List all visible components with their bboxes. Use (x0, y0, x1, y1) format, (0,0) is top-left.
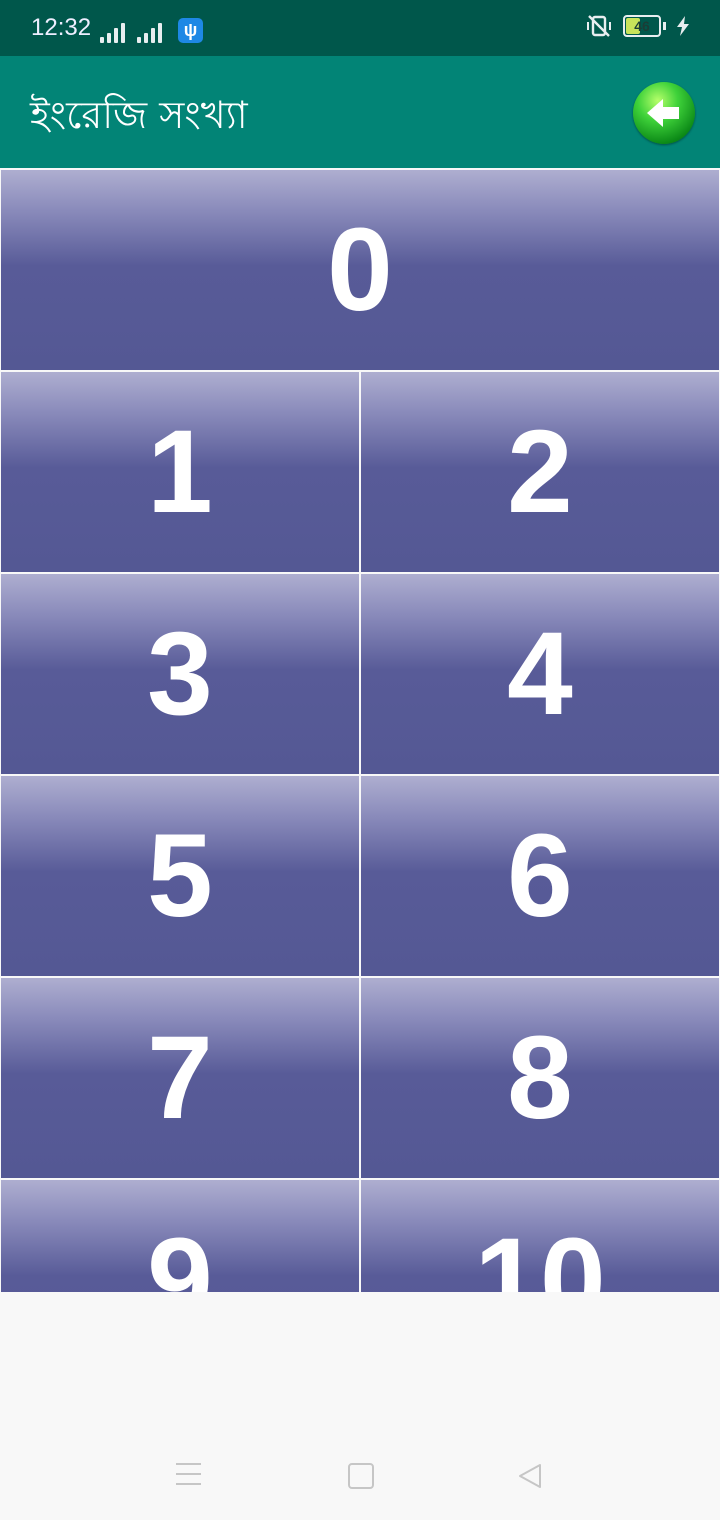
number-tile-9[interactable]: 9 (1, 1180, 359, 1292)
navigation-bar (0, 1436, 720, 1520)
number-label: 1 (147, 406, 213, 538)
number-label: 7 (147, 1012, 213, 1144)
number-label: 0 (327, 204, 393, 336)
number-label: 5 (147, 810, 213, 942)
page-title: ইংরেজি সংখ্যা (30, 93, 248, 137)
number-tile-8[interactable]: 8 (361, 978, 719, 1178)
number-tile-6[interactable]: 6 (361, 776, 719, 976)
app-bar: ইংরেজি সংখ্যা (0, 56, 720, 168)
back-button[interactable] (633, 82, 695, 144)
status-time: 12:32 (31, 14, 92, 41)
battery-cap (663, 22, 666, 30)
battery-percent: 46 (634, 18, 650, 34)
status-left-icons: ψ (100, 18, 203, 43)
number-tile-5[interactable]: 5 (1, 776, 359, 976)
number-tile-3[interactable]: 3 (1, 574, 359, 774)
home-button[interactable] (348, 1463, 374, 1489)
number-label: 2 (507, 406, 573, 538)
status-right-icons: 46 (585, 14, 690, 38)
number-tile-1[interactable]: 1 (1, 372, 359, 572)
number-label: 9 (147, 1214, 213, 1292)
recent-apps-button[interactable] (176, 1463, 201, 1485)
arrow-left-icon (647, 99, 679, 127)
bolt-icon (677, 16, 689, 36)
signal-icon (137, 21, 162, 43)
number-tile-4[interactable]: 4 (361, 574, 719, 774)
number-tile-7[interactable]: 7 (1, 978, 359, 1178)
number-label: 10 (474, 1214, 606, 1292)
number-grid: 0 1 2 3 4 5 6 7 8 9 10 (0, 169, 720, 1292)
status-bar: 12:32 ψ 46 (0, 0, 720, 56)
battery-icon: 46 (623, 15, 661, 37)
back-nav-icon[interactable] (516, 1462, 544, 1490)
number-tile-0[interactable]: 0 (1, 170, 719, 370)
vibrate-off-icon (587, 15, 611, 37)
number-label: 8 (507, 1012, 573, 1144)
number-label: 4 (507, 608, 573, 740)
number-tile-10[interactable]: 10 (361, 1180, 719, 1292)
number-label: 6 (507, 810, 573, 942)
signal-icon (100, 21, 125, 43)
number-tile-2[interactable]: 2 (361, 372, 719, 572)
number-label: 3 (147, 608, 213, 740)
usb-icon: ψ (178, 18, 203, 43)
